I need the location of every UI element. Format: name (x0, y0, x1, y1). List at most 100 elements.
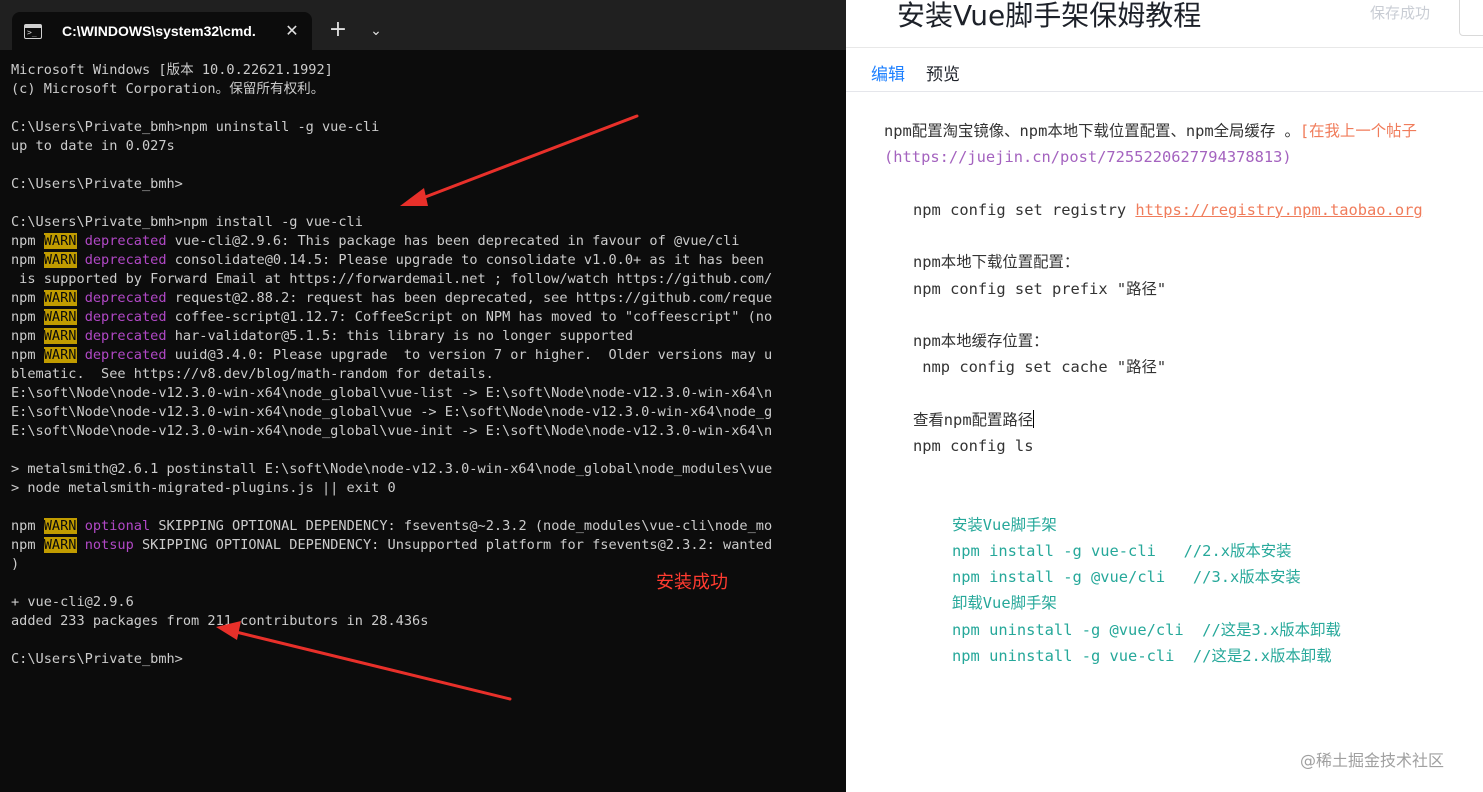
close-icon[interactable]: ✕ (282, 22, 302, 40)
view-heading: 查看npm配置路径 (913, 411, 1034, 429)
view-cmd: npm config ls (913, 437, 1034, 455)
intro-text: npm配置淘宝镜像、npm本地下载位置配置、npm全局缓存 。 (884, 122, 1300, 140)
console-text: ) (11, 556, 20, 572)
code-line: npm uninstall -g @vue/cli //这是3.x版本卸载 (952, 621, 1341, 639)
warn-badge: WARN (43, 518, 77, 534)
article-title[interactable]: 安装Vue脚手架保姆教程 (897, 0, 1201, 34)
console-text: npm (11, 309, 44, 325)
tab-edit[interactable]: 编辑 (871, 60, 905, 85)
console-line: npm WARN deprecated har-validator@5.1.5:… (11, 327, 846, 346)
registry-line: npm config set registry https://registry… (913, 200, 1423, 220)
intro-link-text[interactable]: [在我上一个帖子 (1300, 122, 1417, 140)
text-cursor (1033, 410, 1035, 428)
warn-kind: notsup (84, 537, 134, 553)
chevron-down-icon[interactable]: ⌄ (366, 22, 386, 40)
terminal-tab[interactable]: C:\WINDOWS\system32\cmd. ✕ (12, 12, 312, 50)
console-text: vue-cli@2.9.6: This package has been dep… (166, 233, 740, 249)
console-text: up to date in 0.027s (11, 138, 175, 154)
console-text: (c) Microsoft Corporation。保留所有权利。 (11, 81, 325, 97)
console-line: blematic. See https://v8.dev/blog/math-r… (11, 365, 846, 384)
registry-url-link[interactable]: https://registry.npm.taobao.org (1135, 201, 1422, 219)
intro-line: npm配置淘宝镜像、npm本地下载位置配置、npm全局缓存 。[在我上一个帖子 (884, 121, 1417, 141)
code-line: npm install -g @vue/cli //3.x版本安装 (952, 568, 1301, 586)
console-line: > node metalsmith-migrated-plugins.js ||… (11, 479, 846, 498)
console-line: npm WARN deprecated uuid@3.4.0: Please u… (11, 346, 846, 365)
console-text: consolidate@0.14.5: Please upgrade to co… (166, 252, 764, 268)
cache-heading: npm本地缓存位置： (913, 332, 1049, 350)
console-line: (c) Microsoft Corporation。保留所有权利。 (11, 80, 846, 99)
console-text: SKIPPING OPTIONAL DEPENDENCY: fsevents@~… (150, 518, 773, 534)
console-text: C:\Users\Private_bmh> (11, 176, 183, 192)
console-text: is supported by Forward Email at https:/… (11, 271, 773, 287)
console-text: C:\Users\Private_bmh> (11, 651, 183, 667)
console-text: npm (11, 290, 44, 306)
console-text: Microsoft Windows [版本 10.0.22621.1992] (11, 62, 333, 78)
annotation-success-label: 安装成功 (656, 572, 728, 593)
markdown-source-area[interactable]: npm配置淘宝镜像、npm本地下载位置配置、npm全局缓存 。[在我上一个帖子 … (846, 93, 1483, 792)
warn-badge: WARN (43, 309, 77, 325)
editor-mode-tabs: 编辑 预览 (846, 50, 1483, 92)
console-line: E:\soft\Node\node-v12.3.0-win-x64\node_g… (11, 403, 846, 422)
console-line: C:\Users\Private_bmh>npm install -g vue-… (11, 213, 846, 232)
console-text: E:\soft\Node\node-v12.3.0-win-x64\node_g… (11, 385, 773, 401)
intro-url[interactable]: (https://juejin.cn/post/7255220627794378… (884, 147, 1292, 167)
console-line: C:\Users\Private_bmh>npm uninstall -g vu… (11, 118, 846, 137)
console-text: uuid@3.4.0: Please upgrade to version 7 … (166, 347, 773, 363)
warn-kind: deprecated (84, 290, 167, 306)
console-text: har-validator@5.1.5: this library is no … (166, 328, 634, 344)
console-text: npm (11, 347, 44, 363)
code-line: npm uninstall -g vue-cli //这是2.x版本卸载 (952, 647, 1332, 665)
console-text: > metalsmith@2.6.1 postinstall E:\soft\N… (11, 461, 773, 477)
console-text: npm (11, 233, 44, 249)
markdown-editor: 安装Vue脚手架保姆教程 保存成功 编辑 预览 npm配置淘宝镜像、npm本地下… (846, 0, 1483, 792)
warn-kind: deprecated (84, 328, 167, 344)
view-heading-line: 查看npm配置路径 (913, 410, 1035, 430)
cache-cmd: nmp config set cache "路径" (913, 358, 1167, 376)
console-text: coffee-script@1.12.7: CoffeeScript on NP… (166, 309, 773, 325)
warn-kind: optional (84, 518, 151, 534)
console-output[interactable]: Microsoft Windows [版本 10.0.22621.1992] (c… (11, 61, 846, 781)
warn-badge: WARN (43, 328, 77, 344)
terminal-titlebar: C:\WINDOWS\system32\cmd. ✕ + ⌄ (0, 0, 846, 50)
console-line: C:\Users\Private_bmh> (11, 650, 846, 669)
code-line: npm install -g vue-cli //2.x版本安装 (952, 542, 1292, 560)
watermark: @稀土掘金技术社区 (1300, 751, 1445, 770)
console-line: npm WARN notsup SKIPPING OPTIONAL DEPEND… (11, 536, 846, 555)
console-line: E:\soft\Node\node-v12.3.0-win-x64\node_g… (11, 384, 846, 403)
console-line: up to date in 0.027s (11, 137, 846, 156)
console-line: npm WARN deprecated consolidate@0.14.5: … (11, 251, 846, 270)
console-line: added 233 packages from 211 contributors… (11, 612, 846, 631)
console-text: npm (11, 537, 44, 553)
console-line: npm WARN deprecated vue-cli@2.9.6: This … (11, 232, 846, 251)
new-tab-plus-icon[interactable]: + (328, 19, 348, 41)
console-line: Microsoft Windows [版本 10.0.22621.1992] (11, 61, 846, 80)
console-line: npm WARN deprecated request@2.88.2: requ… (11, 289, 846, 308)
console-text: npm (11, 518, 44, 534)
cmd-icon (24, 23, 42, 39)
warn-badge: WARN (43, 290, 77, 306)
console-line: > metalsmith@2.6.1 postinstall E:\soft\N… (11, 460, 846, 479)
tab-preview[interactable]: 预览 (926, 60, 960, 85)
console-text: E:\soft\Node\node-v12.3.0-win-x64\node_g… (11, 423, 773, 439)
terminal-window: C:\WINDOWS\system32\cmd. ✕ + ⌄ Microsoft… (0, 0, 846, 792)
warn-badge: WARN (43, 537, 77, 553)
console-line: E:\soft\Node\node-v12.3.0-win-x64\node_g… (11, 422, 846, 441)
console-text: SKIPPING OPTIONAL DEPENDENCY: Unsupporte… (133, 537, 773, 553)
warn-kind: deprecated (84, 233, 167, 249)
header-button[interactable] (1459, 0, 1483, 36)
warn-kind: deprecated (84, 309, 167, 325)
console-text: E:\soft\Node\node-v12.3.0-win-x64\node_g… (11, 404, 773, 420)
console-text: + vue-cli@2.9.6 (11, 594, 134, 610)
warn-badge: WARN (43, 233, 77, 249)
